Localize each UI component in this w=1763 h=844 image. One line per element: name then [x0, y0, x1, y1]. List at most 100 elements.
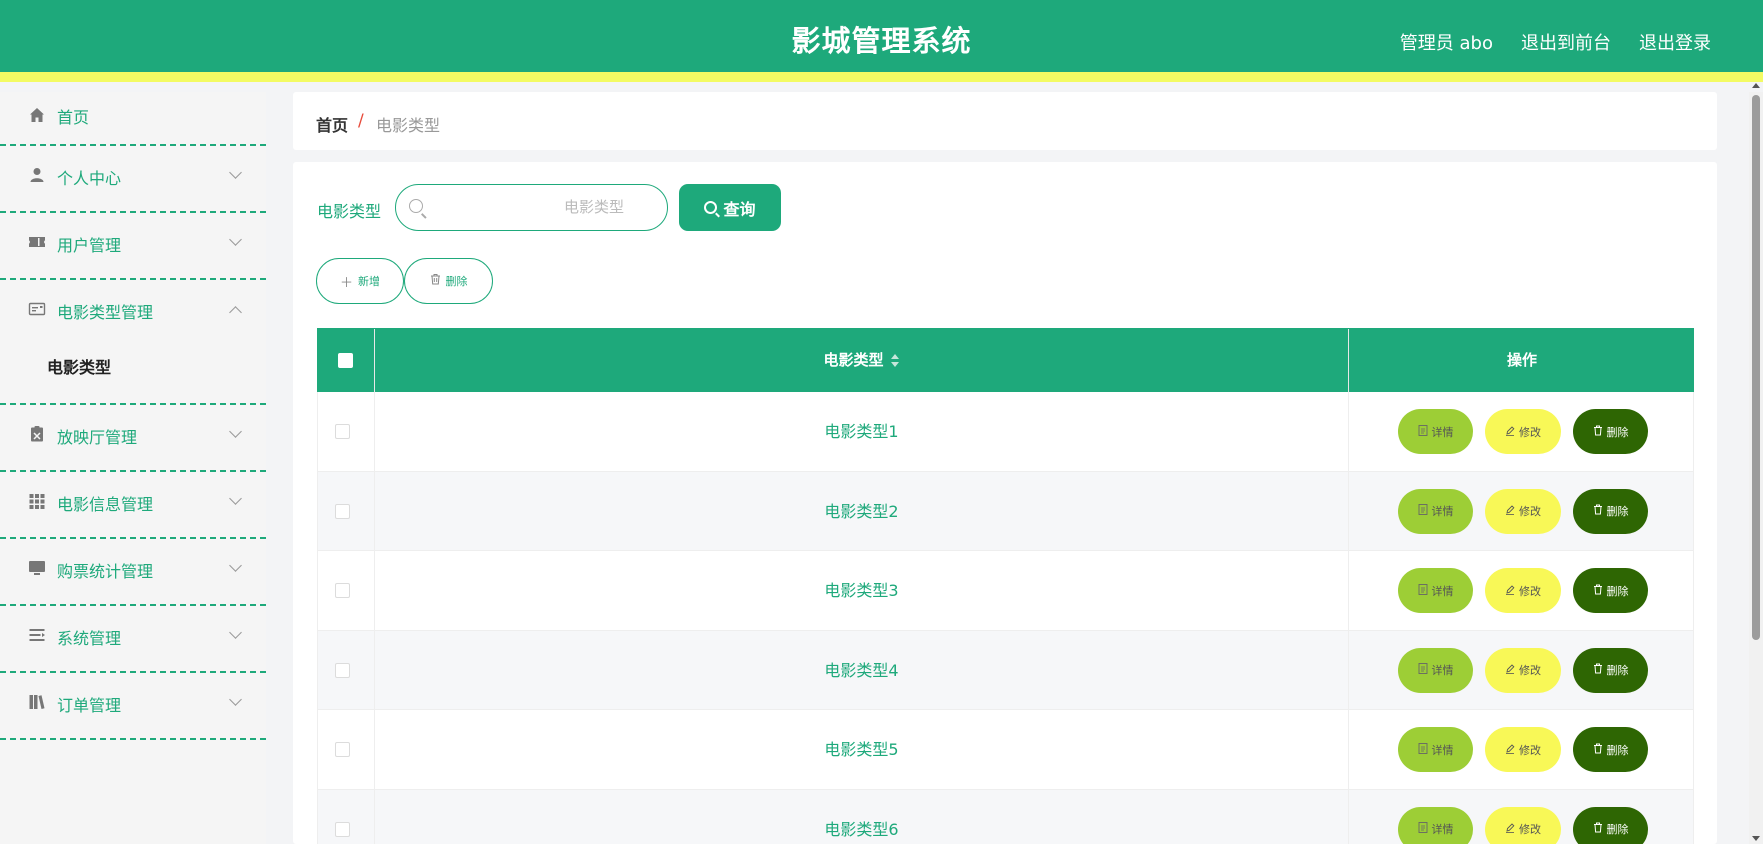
- row-check-cell: [318, 789, 375, 844]
- row-check-cell: [318, 392, 375, 471]
- sidebar: 首页 个人中心 用户管理 电影类型管理 电影类型 放映厅管理 电影信息管理 购票…: [0, 92, 266, 844]
- sidebar-item-label: 系统管理: [57, 629, 122, 648]
- chevron-down-icon: [229, 693, 242, 706]
- edit-button[interactable]: 修改: [1485, 727, 1561, 772]
- detail-button-label: 详情: [1431, 823, 1454, 836]
- row-check-cell: [318, 471, 375, 550]
- header-check-cell: [318, 329, 375, 393]
- detail-button-label: 详情: [1431, 425, 1454, 439]
- detail-button[interactable]: 详情: [1398, 806, 1473, 844]
- sidebar-item-hall-management[interactable]: 放映厅管理: [0, 405, 266, 472]
- trash-icon: [1593, 584, 1603, 598]
- scroll-thumb[interactable]: [1752, 95, 1760, 640]
- search-input[interactable]: [434, 185, 659, 229]
- delete-button[interactable]: 删除: [1573, 409, 1648, 454]
- page-scrollbar[interactable]: [1749, 83, 1763, 844]
- logout-link[interactable]: 退出登录: [1639, 29, 1711, 55]
- table-row: 电影类型4 详情 修改 删除: [317, 630, 1694, 710]
- edit-button[interactable]: 修改: [1485, 806, 1561, 844]
- scroll-up-arrow-icon[interactable]: [1752, 83, 1760, 88]
- column-header-actions: 操作: [1506, 351, 1537, 369]
- list-icon: [28, 626, 46, 644]
- delete-button-label: 删除: [1606, 664, 1629, 677]
- detail-button[interactable]: 详情: [1398, 727, 1473, 772]
- edit-button[interactable]: 修改: [1485, 647, 1561, 693]
- delete-button-label: 删除: [1606, 743, 1629, 757]
- table-header: 电影类型 操作: [317, 328, 1694, 393]
- detail-button[interactable]: 详情: [1398, 647, 1473, 693]
- cell-movie-type: 电影类型4: [375, 630, 1349, 709]
- sidebar-item-label: 订单管理: [57, 696, 122, 715]
- batch-delete-button-label: 删除: [445, 275, 468, 288]
- query-button[interactable]: 查询: [679, 184, 781, 231]
- column-header-movie-type[interactable]: 电影类型: [375, 329, 1349, 393]
- chevron-down-icon: [229, 425, 242, 438]
- detail-button-label: 详情: [1431, 664, 1454, 677]
- clipboard-icon: [28, 425, 46, 443]
- trash-icon: [1593, 743, 1603, 757]
- chevron-down-icon: [229, 626, 242, 639]
- edit-button-label: 修改: [1519, 425, 1541, 439]
- delete-button[interactable]: 删除: [1573, 568, 1648, 613]
- detail-button[interactable]: 详情: [1398, 409, 1473, 454]
- delete-button[interactable]: 删除: [1573, 806, 1648, 844]
- edit-button[interactable]: 修改: [1485, 488, 1561, 534]
- delete-button[interactable]: 删除: [1573, 488, 1648, 534]
- sidebar-item-ticket-statistics-management[interactable]: 购票统计管理: [0, 539, 266, 606]
- edit-button-label: 修改: [1519, 823, 1541, 836]
- pencil-icon: [1505, 504, 1515, 518]
- scroll-down-arrow-icon[interactable]: [1752, 836, 1760, 841]
- sidebar-item-system-management[interactable]: 系统管理: [0, 606, 266, 673]
- sidebar-item-label: 购票统计管理: [57, 562, 154, 581]
- edit-button[interactable]: 修改: [1485, 568, 1561, 613]
- grid-icon: [28, 492, 46, 510]
- row-checkbox[interactable]: [335, 821, 350, 837]
- delete-button-label: 删除: [1606, 823, 1629, 836]
- row-checkbox[interactable]: [335, 503, 350, 519]
- sidebar-item-order-management[interactable]: 订单管理: [0, 673, 266, 740]
- search-icon: [409, 199, 423, 213]
- trash-icon: [1593, 663, 1603, 677]
- cell-movie-type: 电影类型3: [375, 551, 1349, 630]
- table-row: 电影类型6 详情 修改 删除: [317, 789, 1695, 844]
- detail-button[interactable]: 详情: [1398, 488, 1473, 534]
- row-checkbox[interactable]: [335, 583, 350, 598]
- sidebar-item-home[interactable]: 首页: [0, 92, 266, 146]
- column-header-label: 电影类型: [823, 351, 884, 369]
- sidebar-item-label: 放映厅管理: [57, 428, 138, 447]
- detail-button-label: 详情: [1431, 584, 1454, 598]
- chevron-down-icon: [229, 166, 242, 179]
- delete-button[interactable]: 删除: [1573, 727, 1648, 772]
- delete-button[interactable]: 删除: [1573, 647, 1648, 693]
- plus-icon: ＋: [339, 275, 353, 291]
- add-button-label: 新增: [358, 275, 380, 288]
- document-icon: [1418, 822, 1428, 836]
- exit-to-front-link[interactable]: 退出到前台: [1521, 29, 1611, 55]
- breadcrumb-home[interactable]: 首页: [316, 112, 348, 136]
- sidebar-item-user-management[interactable]: 用户管理: [0, 213, 266, 280]
- sidebar-item-movie-type-management[interactable]: 电影类型管理: [0, 280, 266, 347]
- sidebar-subitem-movie-type[interactable]: 电影类型: [0, 347, 266, 403]
- delete-button-label: 删除: [1606, 425, 1629, 439]
- detail-button[interactable]: 详情: [1398, 568, 1473, 613]
- cell-actions: 详情 修改 删除: [1349, 392, 1695, 471]
- trash-icon: [1593, 822, 1603, 836]
- sort-icon[interactable]: [890, 353, 900, 369]
- breadcrumb: 首页 / 电影类型: [293, 92, 1717, 150]
- edit-button[interactable]: 修改: [1485, 409, 1561, 454]
- top-header: 影城管理系统 管理员 abo 退出到前台 退出登录: [0, 0, 1763, 82]
- batch-delete-button[interactable]: 删除: [404, 258, 493, 304]
- select-all-checkbox[interactable]: [338, 353, 353, 368]
- movie-type-table: 电影类型 操作 电影类型1 详情 修改 删除 电影类型2 详情 修改 删除 电影类型3 详情 修改删…: [317, 328, 1694, 844]
- sidebar-item-label: 用户管理: [57, 236, 122, 255]
- table-body: 电影类型1 详情 修改 删除 电影类型2 详情 修改 删除 电影类型3 详情 修改 删除 电影类型4 详情…: [317, 392, 1694, 844]
- row-checkbox[interactable]: [335, 662, 350, 678]
- sidebar-item-movie-info-management[interactable]: 电影信息管理: [0, 472, 266, 539]
- sidebar-item-personal-center[interactable]: 个人中心: [0, 146, 266, 213]
- edit-button-label: 修改: [1519, 505, 1541, 518]
- add-button[interactable]: ＋ 新增: [316, 258, 404, 304]
- cell-actions: 详情 修改 删除: [1349, 790, 1695, 844]
- row-checkbox[interactable]: [335, 424, 350, 439]
- row-checkbox[interactable]: [335, 742, 350, 757]
- admin-user-link[interactable]: 管理员 abo: [1400, 29, 1493, 55]
